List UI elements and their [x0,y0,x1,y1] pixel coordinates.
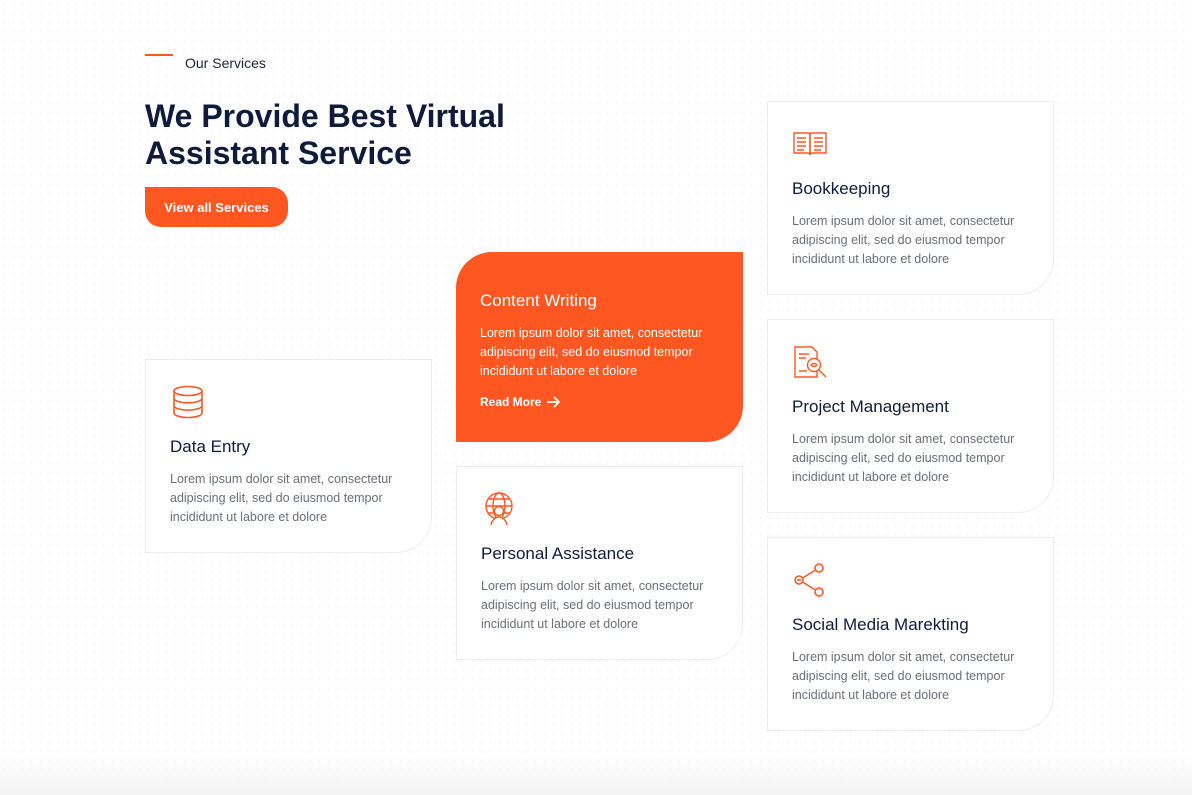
service-description: Lorem ipsum dolor sit amet, consectetur … [792,650,1015,702]
open-book-icon [793,132,827,156]
arrow-right-icon [547,396,561,408]
document-search-icon [794,346,827,378]
service-title: Personal Assistance [481,544,635,563]
service-description: Lorem ipsum dolor sit amet, consectetur … [792,432,1015,484]
eyebrow-accent-line [145,54,173,56]
service-description: Lorem ipsum dolor sit amet, consectetur … [480,326,703,378]
service-card-social-media-marketing[interactable]: Social Media Marekting Lorem ipsum dolor… [767,537,1054,731]
bottom-shadow [0,755,1192,795]
service-description: Lorem ipsum dolor sit amet, consectetur … [481,579,704,631]
service-description: Lorem ipsum dolor sit amet, consectetur … [170,472,393,524]
service-card-bookkeeping[interactable]: Bookkeeping Lorem ipsum dolor sit amet, … [767,101,1054,295]
service-title: Data Entry [170,437,251,456]
service-card-content-writing[interactable]: Content Writing Lorem ipsum dolor sit am… [456,252,743,442]
service-card-project-management[interactable]: Project Management Lorem ipsum dolor sit… [767,319,1054,513]
service-description: Lorem ipsum dolor sit amet, consectetur … [792,214,1015,266]
service-title: Content Writing [480,291,597,310]
service-title: Social Media Marekting [792,615,969,634]
database-icon [173,385,203,419]
read-more-label: Read More [480,395,542,409]
section-headline: We Provide Best Virtual Assistant Servic… [145,98,505,171]
view-all-services-button[interactable]: View all Services [145,187,288,227]
section-eyebrow: Our Services [185,55,266,71]
service-card-personal-assistance[interactable]: Personal Assistance Lorem ipsum dolor si… [456,466,743,660]
service-title: Project Management [792,397,949,416]
globe-person-icon [485,492,513,526]
share-icon [794,563,824,597]
service-card-data-entry[interactable]: Data Entry Lorem ipsum dolor sit amet, c… [145,359,432,553]
read-more-link[interactable]: Read More [480,395,719,409]
service-title: Bookkeeping [792,179,891,198]
